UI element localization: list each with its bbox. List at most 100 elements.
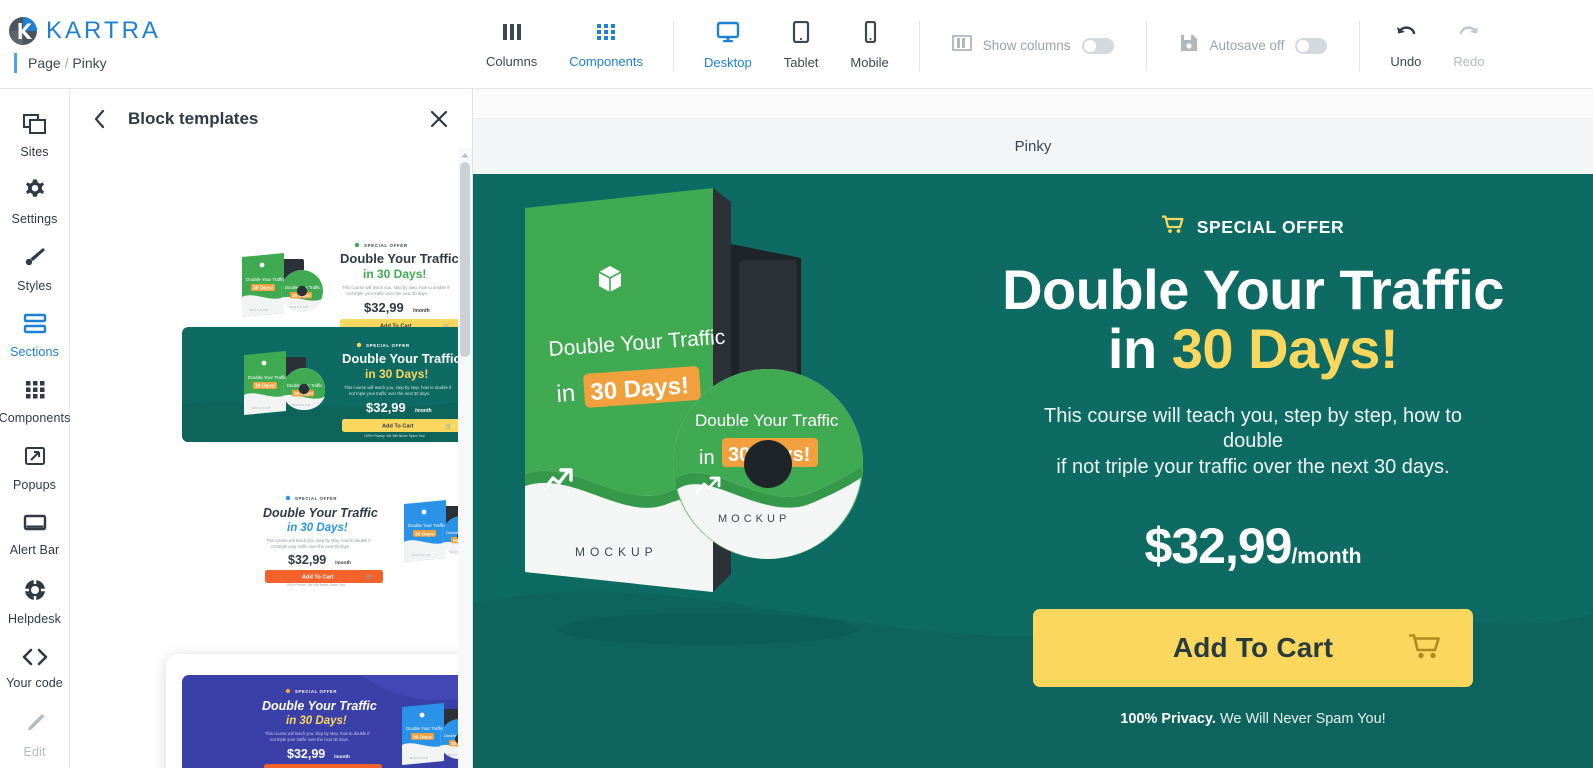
svg-text:Double Your Traffic: Double Your Traffic — [342, 351, 461, 366]
svg-text:This course will teach you, st: This course will teach you, step by step… — [266, 538, 371, 543]
redo-label: Redo — [1453, 54, 1485, 69]
svg-text:MOCKUP: MOCKUP — [252, 406, 271, 410]
svg-text:Double Your Traffic: Double Your Traffic — [248, 375, 287, 380]
canvas-top-strip — [473, 89, 1593, 119]
sidebar-item-alert-bar-label: Alert Bar — [9, 543, 60, 558]
toolbar-divider-3 — [1145, 20, 1147, 71]
template-thumb-indigo-orange-cta[interactable]: SPECIAL OFFER Double Your Traffic in 30 … — [166, 654, 472, 768]
svg-text:$32,99: $32,99 — [364, 300, 404, 315]
top-toolbar: KARTRA Page / Pinky Columns Components D… — [0, 0, 1593, 89]
components-grid-icon — [595, 22, 617, 47]
tool-columns-label: Columns — [486, 54, 538, 69]
sidebar-item-sections[interactable]: Sections — [0, 303, 70, 369]
svg-text:/month: /month — [413, 308, 430, 314]
panel-title: Block templates — [128, 108, 259, 128]
sidebar-item-settings-label: Settings — [11, 212, 58, 227]
panel-scrollbar[interactable] — [458, 148, 472, 768]
kartra-logo-icon — [8, 16, 38, 46]
svg-text:/month: /month — [335, 560, 351, 566]
code-brackets-icon — [21, 648, 49, 671]
svg-text:MOCKUP: MOCKUP — [292, 403, 311, 407]
toolbar-divider-1 — [673, 20, 675, 71]
sidebar-item-your-code[interactable]: Your code — [0, 636, 70, 702]
svg-text:not triple your traffic over t: not triple your traffic over the next 30… — [271, 544, 350, 549]
privacy-rest: We Will Never Spam You! — [1215, 710, 1386, 727]
add-to-cart-button[interactable]: Add To Cart — [1033, 608, 1473, 687]
sidebar-item-styles-label: Styles — [17, 278, 52, 293]
svg-text:MOCKUP: MOCKUP — [575, 545, 658, 559]
close-x-icon[interactable] — [428, 108, 450, 130]
svg-text:in 30 Days!: in 30 Days! — [363, 267, 426, 281]
svg-text:MOCKUP: MOCKUP — [410, 756, 429, 760]
toolbar-divider-2 — [918, 20, 920, 71]
redo-button[interactable]: Redo — [1437, 22, 1500, 69]
scroll-up-arrow-icon[interactable] — [458, 148, 472, 162]
price-amount: $32,99 — [1144, 517, 1293, 574]
sites-windows-icon — [22, 113, 47, 140]
alert-bar-icon — [22, 513, 48, 538]
undo-button[interactable]: Undo — [1374, 22, 1437, 69]
show-columns-switch[interactable] — [1081, 37, 1114, 54]
save-disk-icon — [1179, 33, 1199, 58]
kartra-logo[interactable]: KARTRA — [8, 16, 161, 46]
headline-prefix: in — [1107, 316, 1172, 380]
panel-header: Block templates — [70, 89, 472, 148]
svg-text:not triple your traffic over t: not triple your traffic over the next 30… — [270, 737, 349, 742]
svg-text:Add To Cart: Add To Cart — [302, 575, 334, 581]
sidebar-item-sites-label: Sites — [20, 144, 49, 159]
svg-text:SPECIAL OFFER: SPECIAL OFFER — [295, 496, 337, 501]
shopping-cart-icon — [1408, 632, 1441, 663]
headline-line-2: in 30 Days! — [1002, 316, 1504, 380]
autosave-toggle-group[interactable]: Autosave off — [1161, 33, 1346, 58]
svg-text:SPECIAL OFFER: SPECIAL OFFER — [364, 243, 408, 248]
sections-stack-icon — [22, 313, 48, 340]
sidebar-item-edit[interactable]: Edit — [0, 702, 70, 768]
left-sidebar: Sites Settings Styles Sections Component… — [0, 89, 70, 768]
sidebar-item-sites[interactable]: Sites — [0, 103, 70, 169]
chevron-left-icon[interactable] — [90, 109, 110, 129]
hero-copy: SPECIAL OFFER Double Your Traffic in 30 … — [943, 215, 1593, 727]
svg-text:30 Days!: 30 Days! — [253, 286, 274, 292]
page-canvas: Pinky Double Your Traffic in 30 Days! MO… — [473, 89, 1593, 768]
tool-components-label: Components — [569, 54, 644, 69]
tool-components[interactable]: Components — [553, 22, 659, 69]
svg-text:MOCKUP: MOCKUP — [412, 553, 431, 557]
template-thumb-white-orange-cta[interactable]: SPECIAL OFFER Double Your Traffic in 30 … — [180, 478, 472, 587]
tool-columns[interactable]: Columns — [470, 22, 553, 69]
sidebar-item-popups[interactable]: Popups — [0, 436, 70, 502]
device-tablet[interactable]: Tablet — [768, 20, 835, 70]
template-thumb-teal-yellow-cta[interactable]: Double Your Traffic 30 Days! MOCKUP Doub… — [182, 327, 472, 442]
scrollbar-thumb[interactable] — [460, 162, 470, 357]
desktop-icon — [715, 21, 741, 48]
svg-text:This course will teach you, st: This course will teach you, step by step… — [342, 285, 450, 290]
svg-text:$32,99: $32,99 — [287, 747, 325, 761]
hero-section[interactable]: Double Your Traffic in 30 Days! MOCKUP D… — [473, 174, 1593, 768]
add-to-cart-label: Add To Cart — [1172, 631, 1334, 663]
autosave-switch[interactable] — [1295, 37, 1328, 54]
templates-scroll-area[interactable]: Double Your Traffic 30 Days! MOCKUP Doub… — [70, 148, 472, 768]
svg-text:in: in — [556, 380, 577, 408]
svg-text:🛒: 🛒 — [445, 422, 453, 430]
sidebar-item-settings[interactable]: Settings — [0, 170, 70, 236]
show-columns-toggle-group[interactable]: Show columns — [934, 33, 1132, 58]
sidebar-item-alert-bar[interactable]: Alert Bar — [0, 503, 70, 569]
sidebar-item-styles[interactable]: Styles — [0, 236, 70, 302]
sidebar-item-components-label: Components — [0, 411, 71, 426]
privacy-bold: 100% Privacy. — [1120, 710, 1216, 727]
sidebar-item-components[interactable]: Components — [0, 369, 70, 435]
device-mobile[interactable]: Mobile — [834, 20, 904, 70]
sidebar-item-helpdesk[interactable]: Helpdesk — [0, 569, 70, 635]
undo-label: Undo — [1390, 54, 1422, 69]
device-tablet-label: Tablet — [783, 55, 819, 70]
svg-text:Double Your Traffic: Double Your Traffic — [695, 411, 839, 430]
breadcrumb: Page / Pinky — [14, 53, 107, 73]
device-desktop[interactable]: Desktop — [688, 21, 768, 70]
svg-text:Double Your Traffic: Double Your Traffic — [263, 506, 378, 520]
breadcrumb-root[interactable]: Page — [28, 55, 61, 71]
template-thumb-white-teal-cta[interactable]: Double Your Traffic 30 Days! MOCKUP Doub… — [180, 233, 472, 338]
svg-text:30 Days!: 30 Days! — [255, 384, 276, 390]
device-desktop-label: Desktop — [704, 55, 752, 70]
paintbrush-icon — [23, 245, 47, 274]
subhead-line-1: This course will teach you, step by step… — [1044, 404, 1462, 453]
svg-text:100% Privacy. We Will Never Sp: 100% Privacy. We Will Never Spam You! — [364, 434, 425, 438]
